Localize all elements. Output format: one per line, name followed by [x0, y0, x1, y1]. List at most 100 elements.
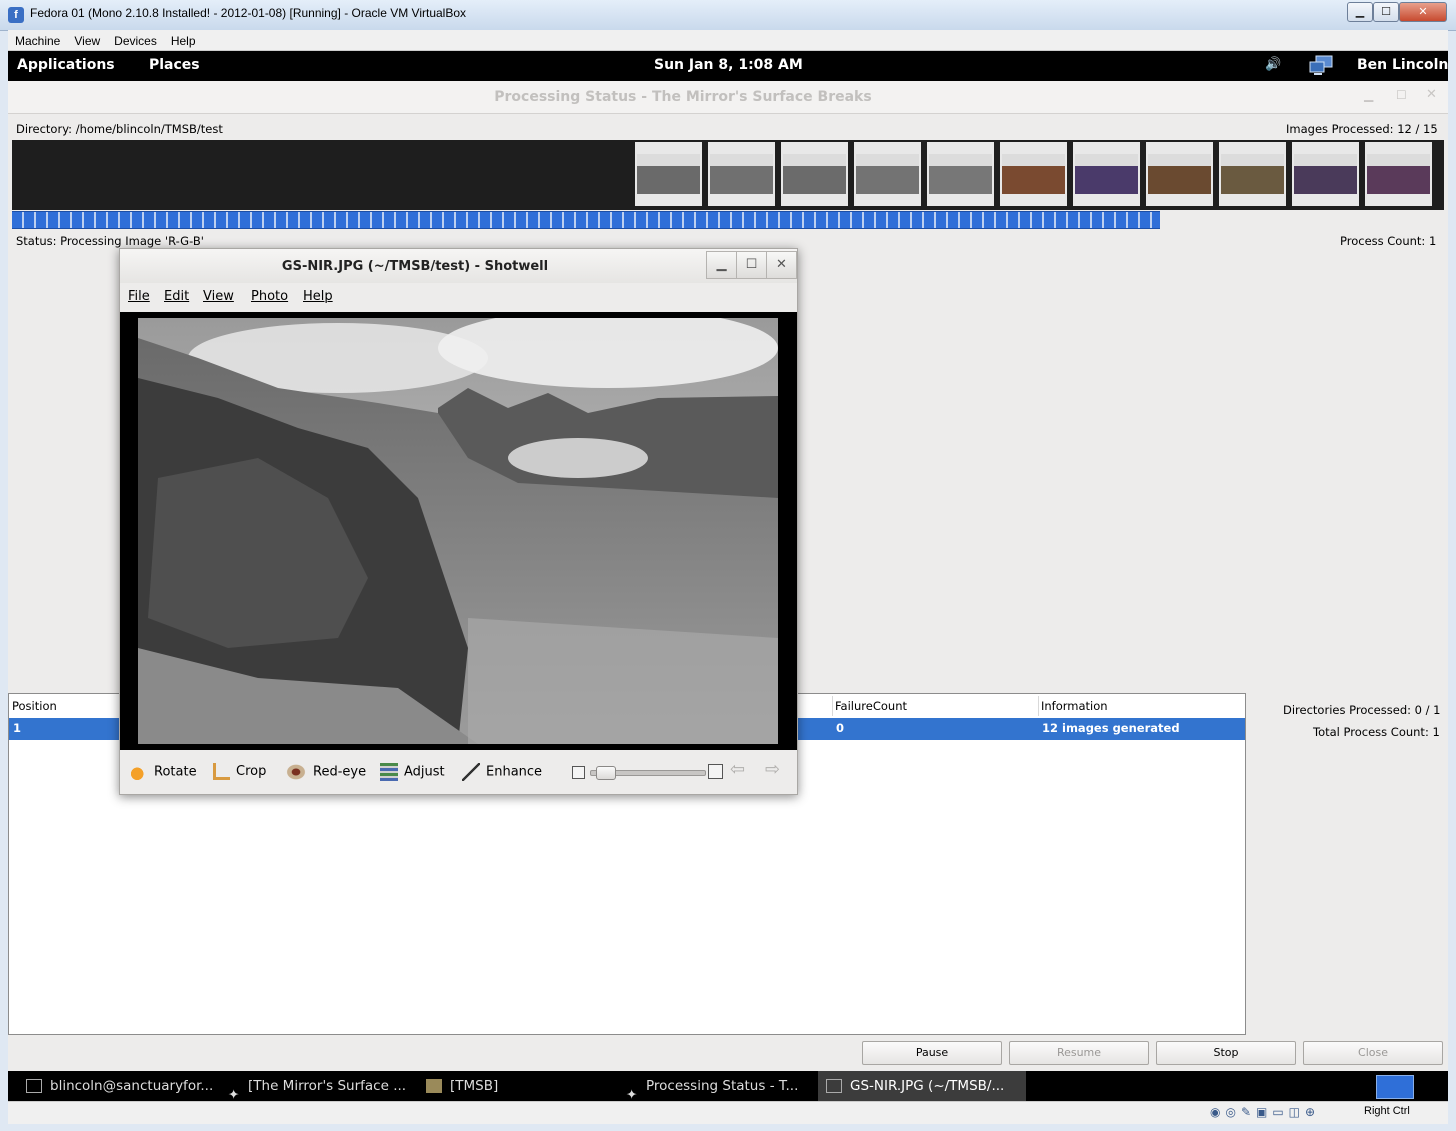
directories-processed-label: Directories Processed: 0 / 1: [1283, 703, 1441, 717]
directory-label: Directory: /home/blincoln/TMSB/test: [16, 122, 223, 136]
task-tmsb-folder[interactable]: [TMSB]: [418, 1071, 622, 1101]
shotwell-window: GS-NIR.JPG (~/TMSB/test) - Shotwell ▁ ☐ …: [119, 248, 798, 795]
thumbnail-image: [1075, 154, 1138, 194]
thumbnail: [1000, 142, 1067, 206]
terminal-icon: [26, 1079, 42, 1093]
shotwell-menu-file[interactable]: File: [128, 289, 150, 304]
enhance-button[interactable]: Enhance: [462, 763, 542, 781]
places-menu[interactable]: Places: [149, 57, 200, 73]
adjust-icon: [380, 763, 398, 781]
ps-maximize-icon[interactable]: ☐: [1396, 88, 1407, 102]
app-icon: ✦: [626, 1087, 638, 1101]
thumbnail: [1146, 142, 1213, 206]
shotwell-toolbar: Rotate Crop Red-eye Adjust Enhance ⇦ ⇨: [120, 751, 797, 791]
shotwell-menu-photo[interactable]: Photo: [251, 289, 288, 304]
vbox-titlebar: f Fedora 01 (Mono 2.10.8 Installed! - 20…: [0, 0, 1456, 31]
rotate-button[interactable]: Rotate: [130, 763, 197, 781]
vbox-menu-help[interactable]: Help: [164, 32, 203, 50]
network-icon[interactable]: [1308, 55, 1334, 77]
thumbnail: [708, 142, 775, 206]
task-processing-status[interactable]: ✦ Processing Status - T...: [618, 1071, 826, 1101]
applications-menu[interactable]: Applications: [17, 57, 115, 73]
red-eye-button[interactable]: Red-eye: [285, 763, 366, 781]
task-label: GS-NIR.JPG (~/TMSB/...: [850, 1078, 1005, 1094]
crop-label: Crop: [236, 764, 267, 779]
thumbnail: [1073, 142, 1140, 206]
rotate-label: Rotate: [154, 764, 197, 780]
photo-viewer: [120, 312, 797, 750]
status-label: Status: Processing Image 'R-G-B': [16, 234, 204, 248]
pause-button[interactable]: Pause: [862, 1041, 1002, 1065]
photo-image[interactable]: [138, 318, 778, 744]
processing-status-title: Processing Status - The Mirror's Surface…: [494, 89, 872, 105]
virtualbox-fedora-icon: f: [8, 7, 24, 23]
thumbnail-image: [783, 154, 846, 194]
zoom-in-icon[interactable]: [708, 764, 723, 779]
zoom-slider-thumb[interactable]: [595, 766, 616, 780]
ps-minimize-icon[interactable]: ▁: [1364, 88, 1373, 102]
shotwell-title: GS-NIR.JPG (~/TMSB/test) - Shotwell: [281, 259, 549, 274]
volume-icon[interactable]: 🔊: [1265, 57, 1281, 72]
vbox-maximize-button[interactable]: ☐: [1373, 2, 1399, 22]
thumbnail-image: [1148, 154, 1211, 194]
workspace-switcher[interactable]: [1376, 1075, 1414, 1099]
shotwell-menu-view[interactable]: View: [203, 289, 234, 304]
app-icon: ✦: [228, 1087, 240, 1101]
close-button[interactable]: Close: [1303, 1041, 1443, 1065]
task-shotwell[interactable]: GS-NIR.JPG (~/TMSB/...: [818, 1071, 1026, 1101]
thumbnail-strip: [12, 140, 1444, 210]
shotwell-close-button[interactable]: ✕: [766, 251, 797, 279]
stop-button[interactable]: Stop: [1156, 1041, 1296, 1065]
resume-button[interactable]: Resume: [1009, 1041, 1149, 1065]
vbox-minimize-button[interactable]: ▁: [1347, 2, 1373, 22]
process-count-label: Process Count: 1: [1340, 234, 1437, 248]
column-header-failurecount[interactable]: FailureCount: [832, 696, 1039, 716]
shotwell-menubar: File Edit View Photo Help: [120, 283, 797, 311]
previous-photo-icon[interactable]: ⇦: [730, 759, 745, 780]
thumbnail-image: [856, 154, 919, 194]
adjust-button[interactable]: Adjust: [380, 763, 445, 781]
task-label: [TMSB]: [450, 1078, 499, 1094]
images-processed-label: Images Processed: 12 / 15: [1286, 122, 1438, 136]
shotwell-titlebar: GS-NIR.JPG (~/TMSB/test) - Shotwell ▁ ☐ …: [120, 249, 797, 283]
ps-close-icon[interactable]: ✕: [1426, 87, 1437, 102]
total-process-count-label: Total Process Count: 1: [1313, 725, 1440, 739]
clock[interactable]: Sun Jan 8, 1:08 AM: [654, 57, 803, 73]
thumbnail-image: [710, 154, 773, 194]
thumbnail-image: [1002, 154, 1065, 194]
shotwell-maximize-button[interactable]: ☐: [736, 251, 767, 279]
thumbnail-image: [637, 154, 700, 194]
red-eye-label: Red-eye: [313, 764, 367, 780]
cell-information: 12 images generated: [1042, 721, 1180, 735]
gnome-top-panel: Applications Places Sun Jan 8, 1:08 AM 🔊…: [8, 51, 1448, 81]
thumbnail-image: [1221, 154, 1284, 194]
guest-screen: Applications Places Sun Jan 8, 1:08 AM 🔊…: [8, 51, 1448, 1101]
thumbnail: [635, 142, 702, 206]
rotate-icon: [130, 763, 148, 781]
shotwell-menu-help[interactable]: Help: [303, 289, 333, 304]
task-mirrors-surface[interactable]: ✦ [The Mirror's Surface ...: [220, 1071, 424, 1101]
vbox-menu-machine[interactable]: Machine: [8, 32, 67, 50]
shotwell-minimize-button[interactable]: ▁: [706, 251, 737, 279]
user-menu[interactable]: Ben Lincoln: [1357, 57, 1448, 73]
zoom-slider[interactable]: [590, 766, 706, 780]
vbox-menu-view[interactable]: View: [67, 32, 107, 50]
crop-button[interactable]: Crop: [213, 763, 266, 780]
vbox-close-button[interactable]: ✕: [1399, 2, 1447, 22]
task-label: blincoln@sanctuaryfor...: [50, 1078, 214, 1094]
eye-icon: [285, 763, 307, 781]
enhance-label: Enhance: [486, 764, 543, 780]
next-photo-icon[interactable]: ⇨: [765, 759, 780, 780]
thumbnail-image: [929, 154, 992, 194]
adjust-label: Adjust: [404, 764, 445, 780]
vbox-menubar: Machine View Devices Help: [8, 30, 1448, 51]
shotwell-menu-edit[interactable]: Edit: [164, 289, 189, 304]
magic-wand-icon: [462, 763, 480, 781]
column-header-information[interactable]: Information: [1038, 696, 1245, 716]
vbox-menu-devices[interactable]: Devices: [107, 32, 164, 50]
vbox-device-icons[interactable]: ◉◎✎▣▭◫⊕: [1210, 1105, 1320, 1119]
task-terminal[interactable]: blincoln@sanctuaryfor...: [18, 1071, 226, 1101]
task-label: [The Mirror's Surface ...: [248, 1078, 407, 1094]
zoom-out-icon[interactable]: [572, 766, 585, 779]
task-label: Processing Status - T...: [646, 1078, 799, 1094]
